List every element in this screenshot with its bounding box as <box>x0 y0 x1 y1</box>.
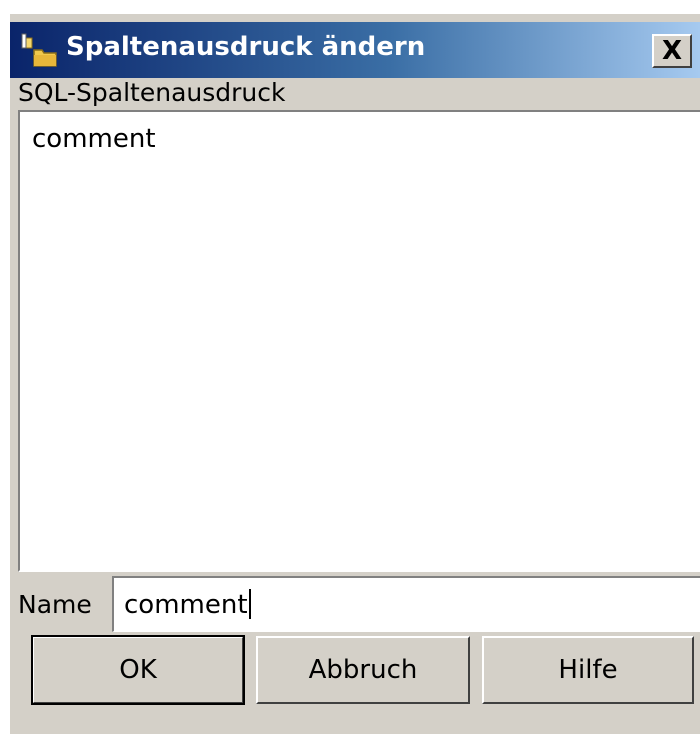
close-icon: X <box>661 36 683 66</box>
dialog-window: Spaltenausdruck ändern X SQL-Spaltenausd… <box>10 14 700 734</box>
folder-icon <box>21 33 57 67</box>
text-caret <box>248 589 251 619</box>
name-input-value: comment <box>124 589 251 620</box>
name-input-text: comment <box>124 590 248 620</box>
help-button[interactable]: Hilfe <box>482 636 694 704</box>
sql-expression-textarea[interactable]: comment <box>18 110 700 572</box>
cancel-button[interactable]: Abbruch <box>256 636 470 704</box>
ok-button[interactable]: OK <box>31 635 245 705</box>
name-label: Name <box>18 590 92 619</box>
sql-expression-label: SQL-Spaltenausdruck <box>18 78 286 107</box>
sql-expression-value: comment <box>32 124 156 154</box>
close-button[interactable]: X <box>652 34 692 68</box>
name-input[interactable]: comment <box>112 576 700 632</box>
title-bar[interactable]: Spaltenausdruck ändern X <box>10 22 700 78</box>
window-title: Spaltenausdruck ändern <box>66 32 426 62</box>
